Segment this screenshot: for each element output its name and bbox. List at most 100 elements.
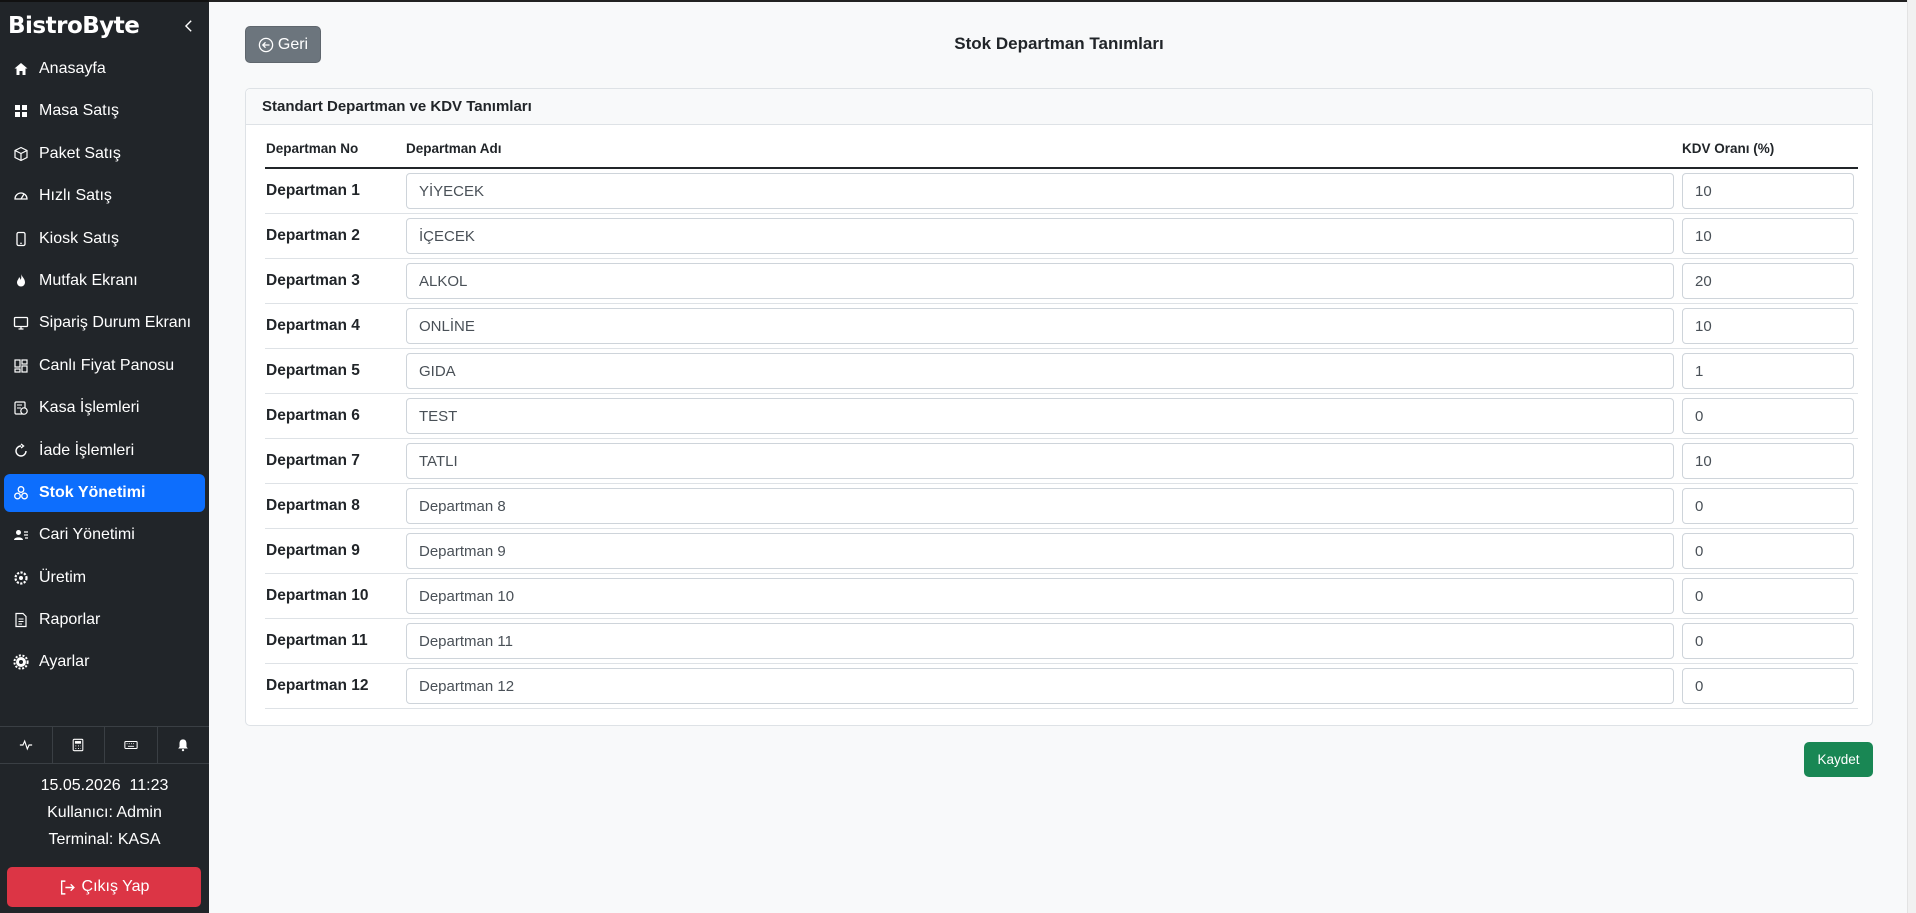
report-icon <box>12 611 30 629</box>
kdv-rate-input[interactable]: 0 <box>1682 533 1854 569</box>
sidebar-tools <box>0 726 209 764</box>
box-icon <box>12 145 30 163</box>
kdv-rate-input[interactable]: 0 <box>1682 488 1854 524</box>
sidebar-item-5[interactable]: Kiosk Satış <box>4 220 205 258</box>
sidebar-item-15[interactable]: Ayarlar <box>4 643 205 681</box>
sidebar-item-6[interactable]: Mutfak Ekranı <box>4 262 205 300</box>
calculator-icon <box>72 738 84 752</box>
monitor-icon <box>12 314 30 332</box>
sidebar-item-13[interactable]: Üretim <box>4 559 205 597</box>
kdv-rate-input[interactable]: 0 <box>1682 578 1854 614</box>
department-name-input[interactable]: TATLI <box>406 443 1674 479</box>
sidebar-item-2[interactable]: Masa Satış <box>4 92 205 130</box>
sidebar-item-label: Sipariş Durum Ekranı <box>39 314 192 332</box>
table-row: Departman 8 Departman 80 <box>265 484 1858 529</box>
table-body: Departman 1 YİYECEK 10 Departman 2 İÇECEK 10 D… <box>265 169 1858 709</box>
table-row: Departman 7 TATLI 10 <box>265 439 1858 484</box>
terminal-label: Terminal: KASA <box>48 831 161 848</box>
bell-icon <box>178 739 189 752</box>
table-row: Departman 9 Departman 90 <box>265 529 1858 574</box>
home-icon <box>12 60 30 78</box>
department-name-input[interactable]: TEST <box>406 398 1674 434</box>
sidebar-item-label: Kiosk Satış <box>39 229 120 247</box>
keyboard-button[interactable] <box>105 727 158 763</box>
department-no: Departman 3 <box>266 272 360 289</box>
sidebar-item-11[interactable]: Stok Yönetimi <box>4 473 205 512</box>
kdv-rate-input[interactable]: 10 <box>1682 308 1854 344</box>
datetime: 15.05.2026 11:23 <box>40 777 169 794</box>
table-row: Departman 1 YİYECEK 10 <box>265 169 1858 214</box>
sidebar-item-label: Ayarlar <box>39 653 90 671</box>
sidebar-item-3[interactable]: Paket Satış <box>4 135 205 173</box>
sidebar-item-4[interactable]: Hızlı Satış <box>4 177 205 215</box>
department-name-input[interactable]: Departman 11 <box>406 623 1674 659</box>
sidebar-item-label: Canlı Fiyat Panosu <box>39 356 175 374</box>
kdv-rate-input[interactable]: 1 <box>1682 353 1854 389</box>
department-no: Departman 1 <box>266 182 360 199</box>
activity-icon <box>19 739 32 751</box>
department-no: Departman 11 <box>266 632 368 649</box>
department-name-input[interactable]: YİYECEK <box>406 173 1674 209</box>
sidebar-item-12[interactable]: Cari Yönetimi <box>4 516 205 554</box>
sidebar-item-14[interactable]: Raporlar <box>4 601 205 639</box>
department-no: Departman 8 <box>266 497 360 514</box>
page-scrollbar[interactable] <box>1907 0 1916 913</box>
table-row: Departman 6 TEST 0 <box>265 394 1858 439</box>
kdv-rate-input[interactable]: 0 <box>1682 668 1854 704</box>
column-header-kdv: KDV Oranı (%) <box>1682 141 1775 156</box>
department-name-input[interactable]: Departman 8 <box>406 488 1674 524</box>
main-content: Geri Stok Departman Tanımları Standart D… <box>209 0 1916 913</box>
sidebar: BistroByte Anasayfa Masa Satış Paket Satış… <box>0 0 209 913</box>
department-name-input[interactable]: GIDA <box>406 353 1674 389</box>
kdv-rate-input[interactable]: 0 <box>1682 398 1854 434</box>
table-row: Departman 5 GIDA 1 <box>265 349 1858 394</box>
department-no: Departman 10 <box>266 587 369 604</box>
activity-button[interactable] <box>0 727 53 763</box>
column-header-no: Departman No <box>266 141 359 156</box>
sidebar-item-label: Stok Yönetimi <box>39 483 146 501</box>
department-name-input[interactable]: ALKOL <box>406 263 1674 299</box>
kdv-rate-input[interactable]: 0 <box>1682 623 1854 659</box>
table-row: Departman 2 İÇECEK 10 <box>265 214 1858 259</box>
kdv-rate-input[interactable]: 20 <box>1682 263 1854 299</box>
department-name-input[interactable]: Departman 10 <box>406 578 1674 614</box>
bell-button[interactable] <box>158 727 210 763</box>
gear-icon <box>12 653 30 671</box>
department-name-input[interactable]: ONLİNE <box>406 308 1674 344</box>
page-title: Stok Departman Tanımları <box>954 34 1164 53</box>
sidebar-item-label: Mutfak Ekranı <box>39 271 138 289</box>
sidebar-header: BistroByte <box>0 2 209 50</box>
collapse-sidebar-button[interactable] <box>177 14 201 38</box>
department-name-input[interactable]: Departman 12 <box>406 668 1674 704</box>
department-no: Departman 2 <box>266 227 360 244</box>
keyboard-icon <box>124 740 138 750</box>
table-row: Departman 12 Departman 12 0 <box>265 664 1858 709</box>
department-card: Standart Departman ve KDV Tanımları Depa… <box>245 88 1873 726</box>
sidebar-item-label: Paket Satış <box>39 144 121 162</box>
sidebar-item-label: Üretim <box>39 568 87 586</box>
logout-label: Çıkış Yap <box>81 878 150 895</box>
kdv-rate-input[interactable]: 10 <box>1682 173 1854 209</box>
save-button[interactable]: Kaydet <box>1804 742 1873 777</box>
sidebar-item-10[interactable]: İade İşlemleri <box>4 432 205 470</box>
column-header-name: Departman Adı <box>406 141 502 156</box>
department-no: Departman 7 <box>266 452 360 469</box>
logout-button[interactable]: Çıkış Yap <box>7 867 201 907</box>
kdv-rate-input[interactable]: 10 <box>1682 443 1854 479</box>
card-title: Standart Departman ve KDV Tanımları <box>246 89 1872 125</box>
sidebar-item-label: Raporlar <box>39 611 101 629</box>
kdv-rate-input[interactable]: 10 <box>1682 218 1854 254</box>
department-table: Departman No Departman Adı KDV Oranı (%)… <box>265 141 1858 709</box>
calculator-button[interactable] <box>53 727 105 763</box>
sidebar-item-1[interactable]: Anasayfa <box>4 50 205 88</box>
cash-register-icon <box>12 399 30 417</box>
sidebar-item-9[interactable]: Kasa İşlemleri <box>4 389 205 427</box>
sidebar-item-8[interactable]: Canlı Fiyat Panosu <box>4 347 205 385</box>
user-label: Kullanıcı: Admin <box>47 804 162 821</box>
department-name-input[interactable]: Departman 9 <box>406 533 1674 569</box>
logout-icon <box>60 879 75 895</box>
sidebar-item-7[interactable]: Sipariş Durum Ekranı <box>4 304 205 342</box>
fire-icon <box>12 272 30 290</box>
table-row: Departman 11 Departman 11 0 <box>265 619 1858 664</box>
department-name-input[interactable]: İÇECEK <box>406 218 1674 254</box>
